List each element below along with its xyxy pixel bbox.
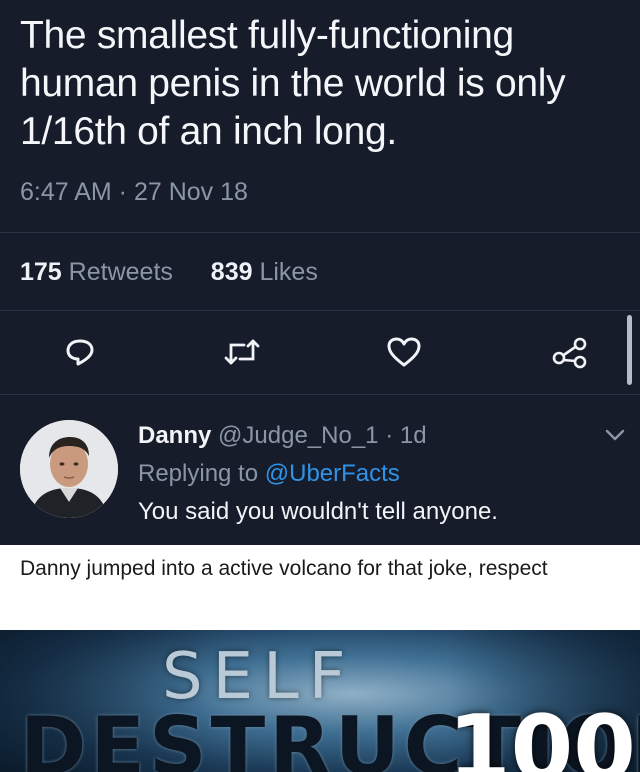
tweet-timestamp: 6:47 AM · 27 Nov 18 [20, 178, 248, 206]
reply-author-name[interactable]: Danny [138, 422, 211, 449]
replying-to-handle[interactable]: @UberFacts [265, 460, 400, 487]
reply-tweet[interactable]: Danny @Judge_No_1 · 1d Replying to @Uber… [0, 398, 640, 545]
reply-author-handle[interactable]: @Judge_No_1 [218, 422, 378, 449]
retweets-count: 175 [20, 258, 62, 286]
meme-text-number: 100 [448, 696, 636, 772]
divider [0, 232, 640, 233]
likes-label: Likes [259, 258, 318, 286]
replying-to-label: Replying to [138, 460, 259, 487]
reply-time: · 1d [385, 422, 427, 449]
like-button[interactable] [382, 330, 426, 374]
meme-caption: Danny jumped into a active volcano for t… [0, 545, 640, 630]
retweet-button[interactable] [220, 330, 264, 374]
likes-stat[interactable]: 839 Likes [211, 258, 318, 286]
reply-icon [66, 339, 94, 366]
retweets-stat[interactable]: 175 Retweets [20, 258, 180, 286]
heart-icon [387, 337, 421, 367]
tweet-detail: The smallest fully-functioning human pen… [0, 0, 640, 545]
reply-button[interactable] [58, 330, 102, 374]
engagement-counts: 175 Retweets 839 Likes [20, 258, 318, 287]
likes-count: 839 [210, 258, 253, 286]
chevron-down-icon[interactable] [604, 426, 626, 444]
reply-header: Danny @Judge_No_1 · 1d [138, 422, 427, 450]
avatar[interactable] [20, 420, 118, 518]
divider [0, 394, 640, 395]
scrollbar-thumb[interactable] [627, 315, 632, 385]
tweet-text: The smallest fully-functioning human pen… [20, 14, 566, 153]
meme-image: SELF DESTRUCTION 100 [0, 630, 640, 772]
caption-text: Danny jumped into a active volcano for t… [20, 557, 548, 580]
retweets-label: Retweets [68, 258, 173, 286]
share-icon [552, 337, 587, 369]
tweet-action-bar [0, 322, 640, 392]
reply-text: You said you wouldn't tell anyone. [138, 498, 498, 525]
share-button[interactable] [548, 330, 592, 374]
divider [0, 310, 640, 311]
retweet-icon [224, 339, 260, 365]
replying-to: Replying to @UberFacts [138, 460, 400, 488]
